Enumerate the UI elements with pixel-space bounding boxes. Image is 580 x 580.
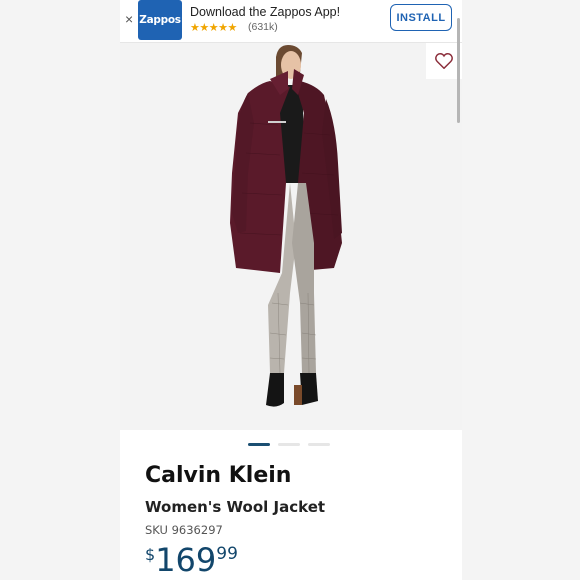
product-price: $16999 (145, 541, 238, 579)
brand-name[interactable]: Calvin Klein (145, 463, 291, 488)
price-currency: $ (145, 545, 156, 564)
banner-title: Download the Zappos App! (190, 5, 341, 19)
zappos-app-logo: Zappos (138, 0, 182, 40)
app-download-banner: × Zappos Download the Zappos App! ★★★★★ … (120, 0, 462, 43)
right-background (462, 0, 580, 580)
carousel-dot[interactable] (248, 443, 270, 446)
model-wearing-coat-image (120, 43, 462, 430)
app-logo-text: Zappos (139, 14, 181, 26)
price-dollars: 169 (155, 541, 217, 579)
product-sku: SKU 9636297 (145, 523, 223, 537)
scrollbar[interactable] (457, 18, 460, 123)
carousel-dot[interactable] (278, 443, 300, 446)
product-image[interactable] (120, 43, 462, 430)
phone-screen: × Zappos Download the Zappos App! ★★★★★ … (120, 0, 462, 580)
star-rating-icon: ★★★★★ (190, 22, 237, 34)
heart-icon (435, 53, 453, 69)
product-title: Women's Wool Jacket (145, 498, 326, 516)
carousel-dot[interactable] (308, 443, 330, 446)
install-button[interactable]: INSTALL (390, 4, 452, 31)
rating-count: (631k) (248, 21, 278, 33)
price-cents: 99 (216, 544, 238, 564)
image-carousel-indicator (248, 443, 330, 446)
close-icon[interactable]: × (125, 12, 133, 26)
left-background (0, 0, 120, 580)
